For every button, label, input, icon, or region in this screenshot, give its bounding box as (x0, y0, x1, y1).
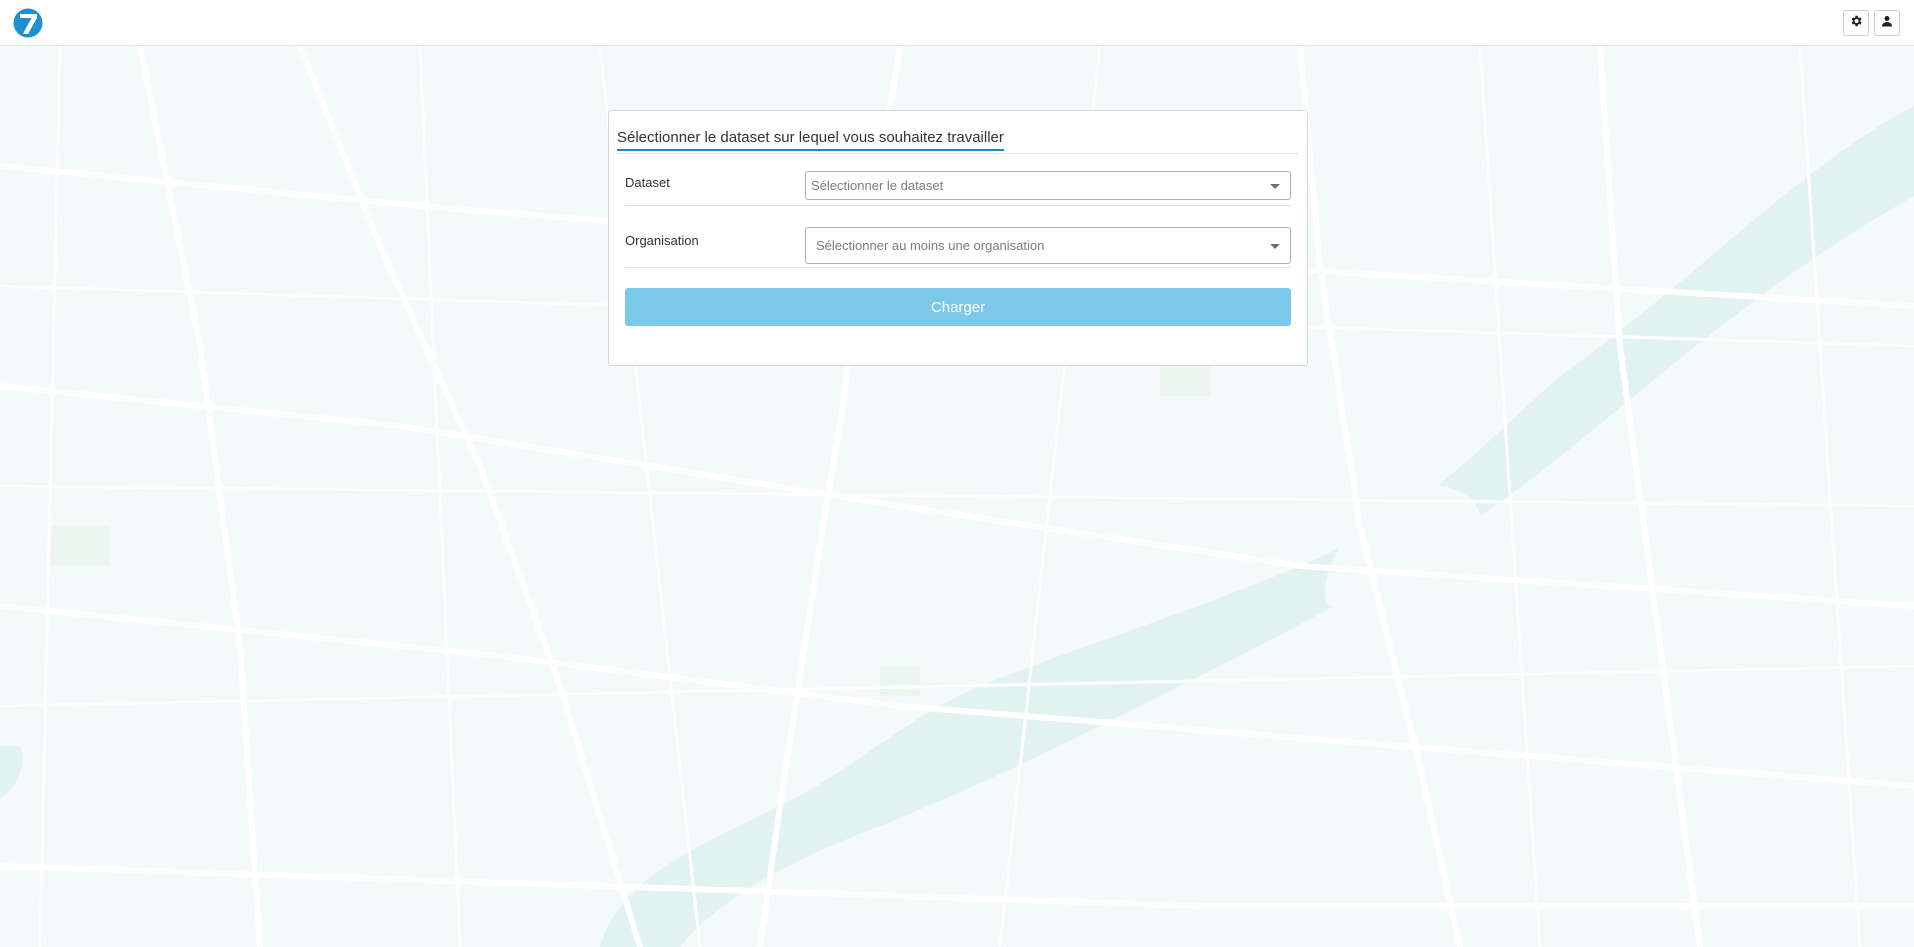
organisation-label: Organisation (625, 233, 699, 248)
settings-button[interactable] (1843, 10, 1869, 36)
top-bar (0, 0, 1914, 46)
dataset-select-placeholder: Sélectionner le dataset (811, 178, 944, 193)
dataset-row: Dataset Sélectionner le dataset (625, 161, 1291, 206)
organisation-select[interactable]: Sélectionner au moins une organisation (805, 227, 1291, 264)
user-button[interactable] (1874, 10, 1900, 36)
chevron-down-icon (1270, 184, 1280, 189)
seven-logo-icon[interactable] (13, 8, 43, 38)
panel-header: Sélectionner le dataset sur lequel vous … (617, 119, 1299, 154)
chevron-down-icon (1270, 244, 1280, 249)
gear-icon (1849, 14, 1863, 33)
dataset-selection-panel: Sélectionner le dataset sur lequel vous … (608, 110, 1308, 366)
load-button[interactable]: Charger (625, 288, 1291, 326)
panel-title: Sélectionner le dataset sur lequel vous … (617, 129, 1004, 151)
user-icon (1881, 14, 1893, 32)
dataset-select[interactable]: Sélectionner le dataset (805, 171, 1291, 200)
organisation-row: Organisation Sélectionner au moins une o… (625, 215, 1291, 268)
organisation-select-placeholder: Sélectionner au moins une organisation (816, 238, 1045, 253)
dataset-label: Dataset (625, 175, 670, 190)
